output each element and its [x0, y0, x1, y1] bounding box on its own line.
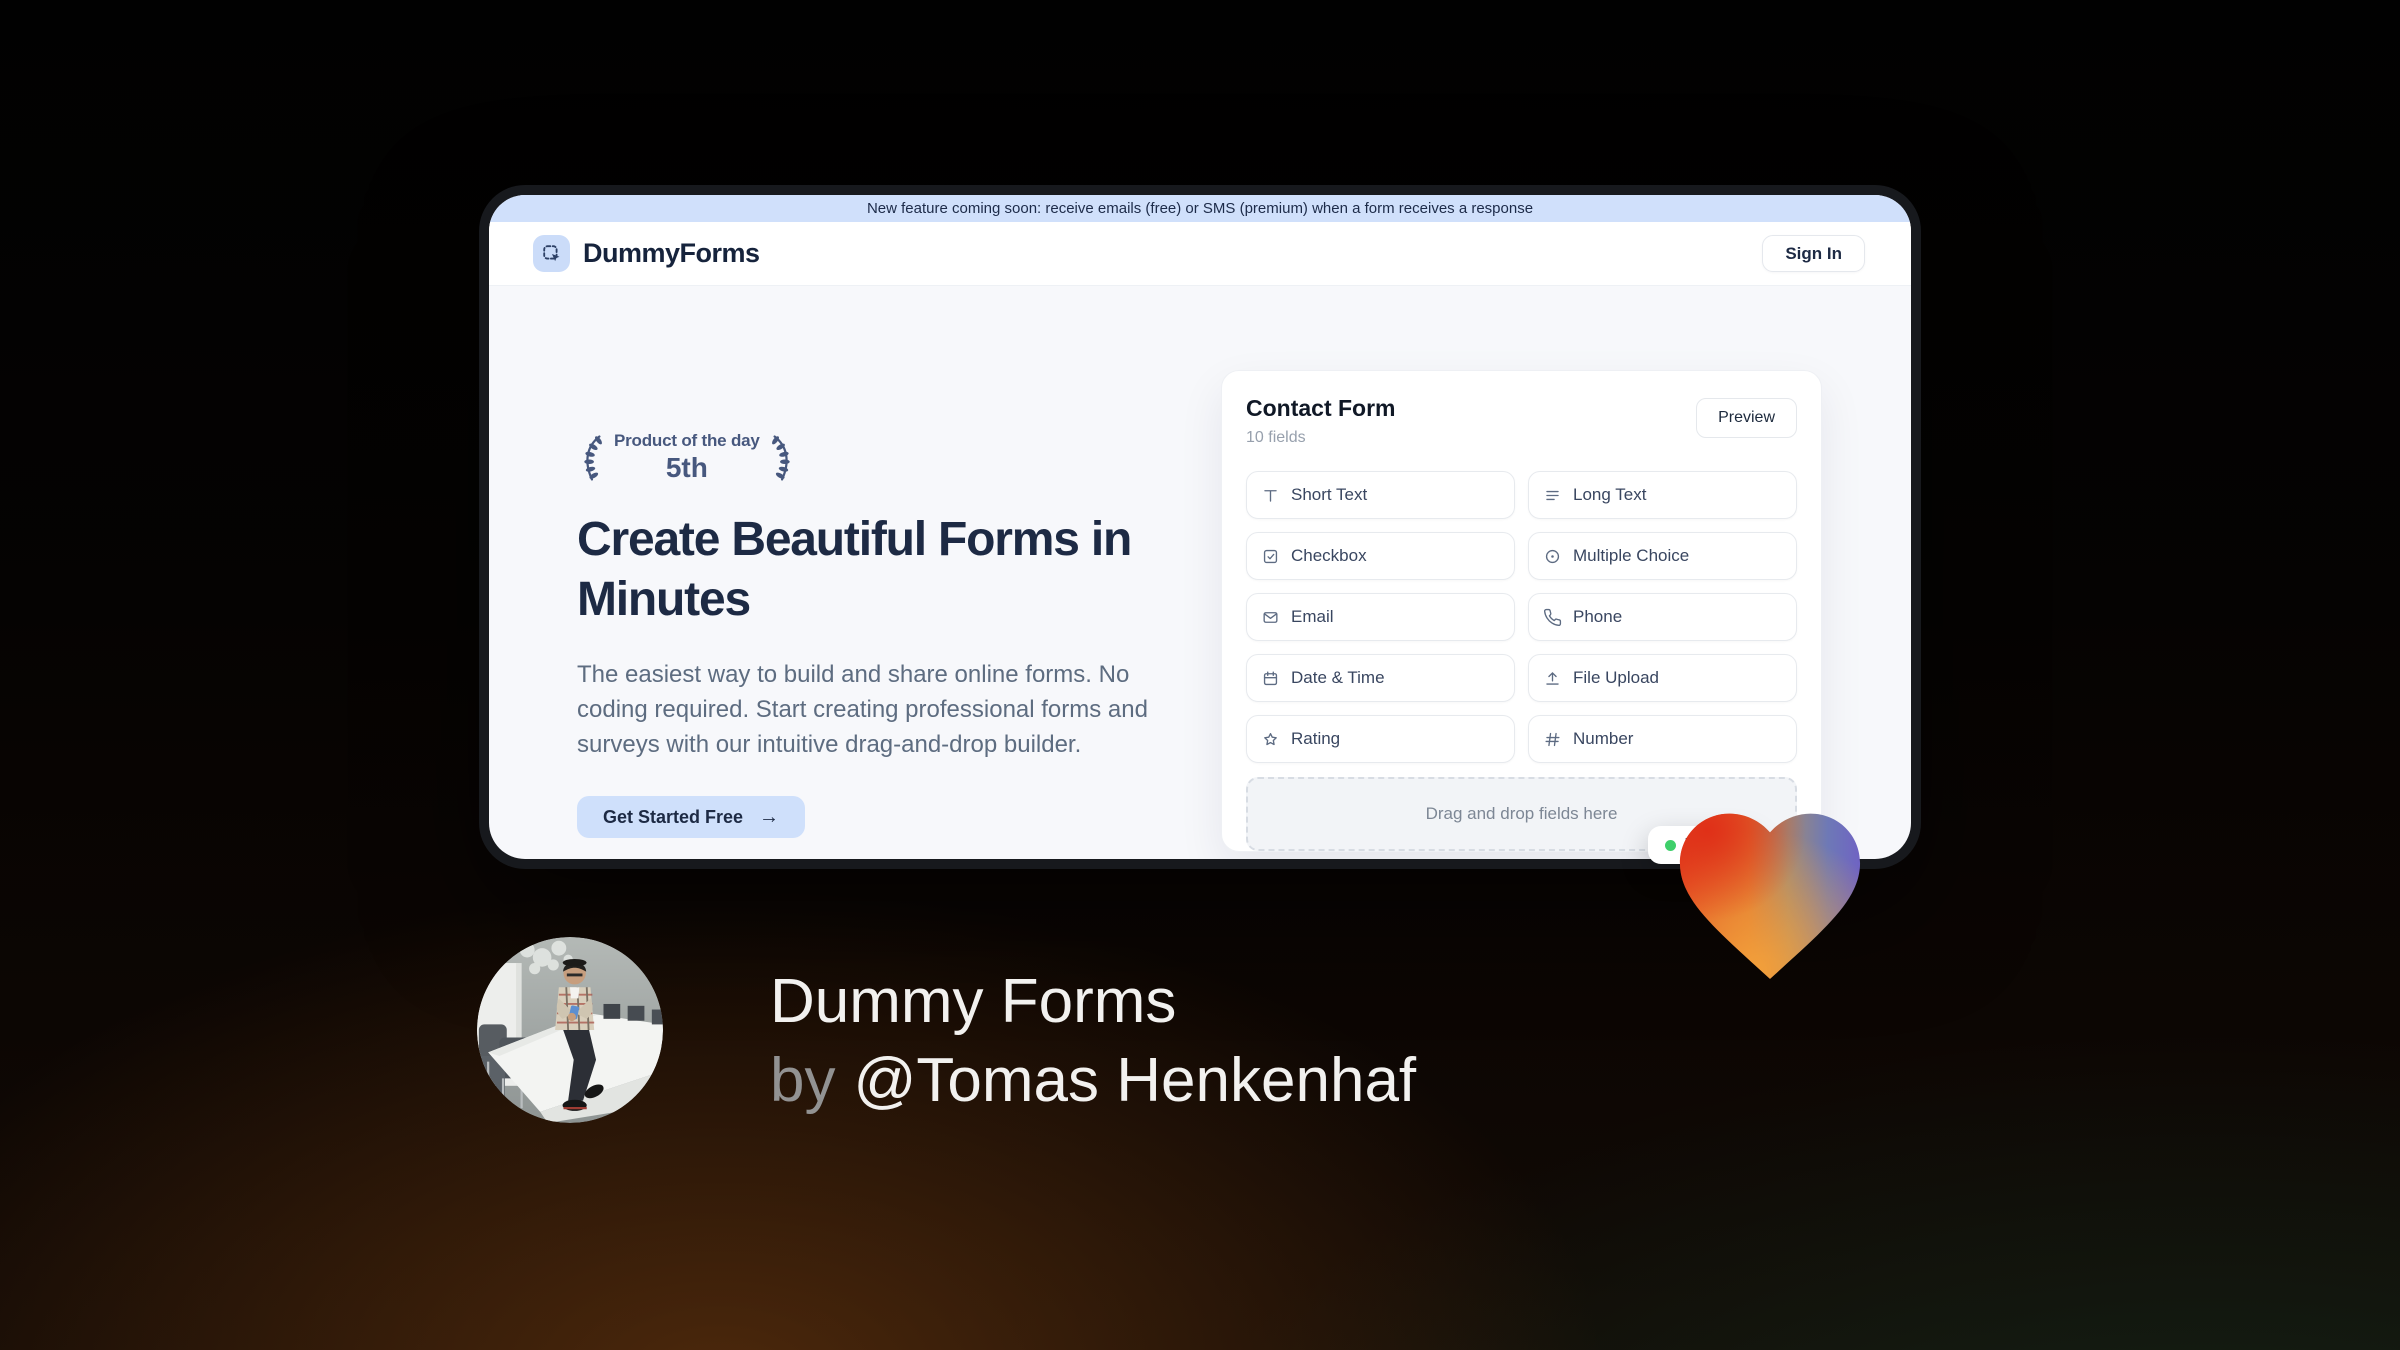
caption-byline: by @Tomas Henkenhaf: [770, 1041, 1416, 1120]
hash-icon: [1543, 730, 1562, 749]
avatar: [477, 937, 663, 1123]
caption: Dummy Forms by @Tomas Henkenhaf: [770, 962, 1416, 1120]
preview-button[interactable]: Preview: [1696, 398, 1797, 438]
phone-icon: [1543, 608, 1562, 627]
field-label: Short Text: [1291, 485, 1368, 504]
award-rank: 5th: [665, 452, 708, 483]
page-content: Product of the day 5th Create Beautiful …: [489, 286, 1911, 859]
field-label: Email: [1291, 607, 1334, 626]
form-title: Contact Form: [1246, 395, 1396, 421]
form-builder-header: Contact Form 10 fields Preview: [1246, 395, 1797, 447]
headline-line2: Minutes: [577, 573, 751, 626]
field-type-date-time[interactable]: Date & Time: [1246, 654, 1515, 702]
field-type-email[interactable]: Email: [1246, 593, 1515, 641]
app-window: New feature coming soon: receive emails …: [489, 195, 1911, 859]
laurel-left-icon: [584, 434, 602, 481]
field-type-phone[interactable]: Phone: [1528, 593, 1797, 641]
hero-section: Product of the day 5th Create Beautiful …: [577, 431, 1217, 838]
field-type-multiple-choice[interactable]: Multiple Choice: [1528, 532, 1797, 580]
checkbox-icon: [1261, 547, 1280, 566]
file-upload-icon: [1543, 669, 1562, 688]
field-label: Number: [1573, 729, 1634, 748]
field-label: Long Text: [1573, 485, 1647, 504]
award-label: Product of the day: [614, 431, 760, 450]
field-type-long-text[interactable]: Long Text: [1528, 471, 1797, 519]
field-type-grid: Short Text Long Text Checkbox Multiple C…: [1246, 471, 1797, 763]
field-label: File Upload: [1573, 668, 1659, 687]
hero-description: The easiest way to build and share onlin…: [577, 661, 1148, 758]
calendar-icon: [1261, 669, 1280, 688]
field-type-number[interactable]: Number: [1528, 715, 1797, 763]
headline-line1: Create Beautiful Forms in: [577, 513, 1132, 566]
multiple-choice-icon: [1543, 547, 1562, 566]
long-text-icon: [1543, 486, 1562, 505]
announcement-banner: New feature coming soon: receive emails …: [489, 195, 1911, 222]
field-type-short-text[interactable]: Short Text: [1246, 471, 1515, 519]
dashed-selection-cursor-icon: [533, 235, 570, 272]
star-icon: [1261, 730, 1280, 749]
byline-author: @Tomas Henkenhaf: [853, 1046, 1417, 1115]
sign-in-button[interactable]: Sign In: [1762, 235, 1865, 272]
form-builder-card: Contact Form 10 fields Preview Short Tex…: [1221, 370, 1822, 852]
byline-prefix: by: [770, 1046, 836, 1115]
arrow-right-icon: →: [759, 805, 780, 828]
field-label: Rating: [1291, 729, 1341, 748]
field-type-file-upload[interactable]: File Upload: [1528, 654, 1797, 702]
product-of-the-day-badge: Product of the day 5th: [577, 431, 797, 484]
brand-name: DummyForms: [583, 238, 760, 268]
announcement-text: New feature coming soon: receive emails …: [866, 200, 1534, 217]
promo-canvas: New feature coming soon: receive emails …: [0, 0, 2400, 1350]
get-started-label: Get Started Free: [603, 806, 744, 827]
form-title-block: Contact Form 10 fields: [1246, 395, 1396, 447]
browser-window: New feature coming soon: receive emails …: [479, 185, 1921, 869]
avatar-photo: [477, 937, 663, 1123]
field-type-rating[interactable]: Rating: [1246, 715, 1515, 763]
award-text: Product of the day 5th: [614, 431, 760, 484]
caption-title: Dummy Forms: [770, 967, 1177, 1036]
field-label: Checkbox: [1291, 546, 1367, 565]
page-title: Create Beautiful Forms in Minutes: [577, 510, 1217, 630]
short-text-icon: [1261, 486, 1280, 505]
email-icon: [1261, 608, 1280, 627]
heart-icon: [1679, 813, 1861, 979]
field-label: Phone: [1573, 607, 1623, 626]
brand-logo[interactable]: DummyForms: [533, 235, 760, 272]
laurel-right-icon: [771, 434, 790, 481]
field-count: 10 fields: [1246, 429, 1306, 446]
field-label: Date & Time: [1291, 668, 1385, 687]
dropzone-text: Drag and drop fields here: [1425, 804, 1618, 823]
get-started-button[interactable]: Get Started Free →: [577, 796, 806, 838]
field-type-checkbox[interactable]: Checkbox: [1246, 532, 1515, 580]
field-label: Multiple Choice: [1573, 546, 1690, 565]
app-header: DummyForms Sign In: [489, 222, 1911, 286]
